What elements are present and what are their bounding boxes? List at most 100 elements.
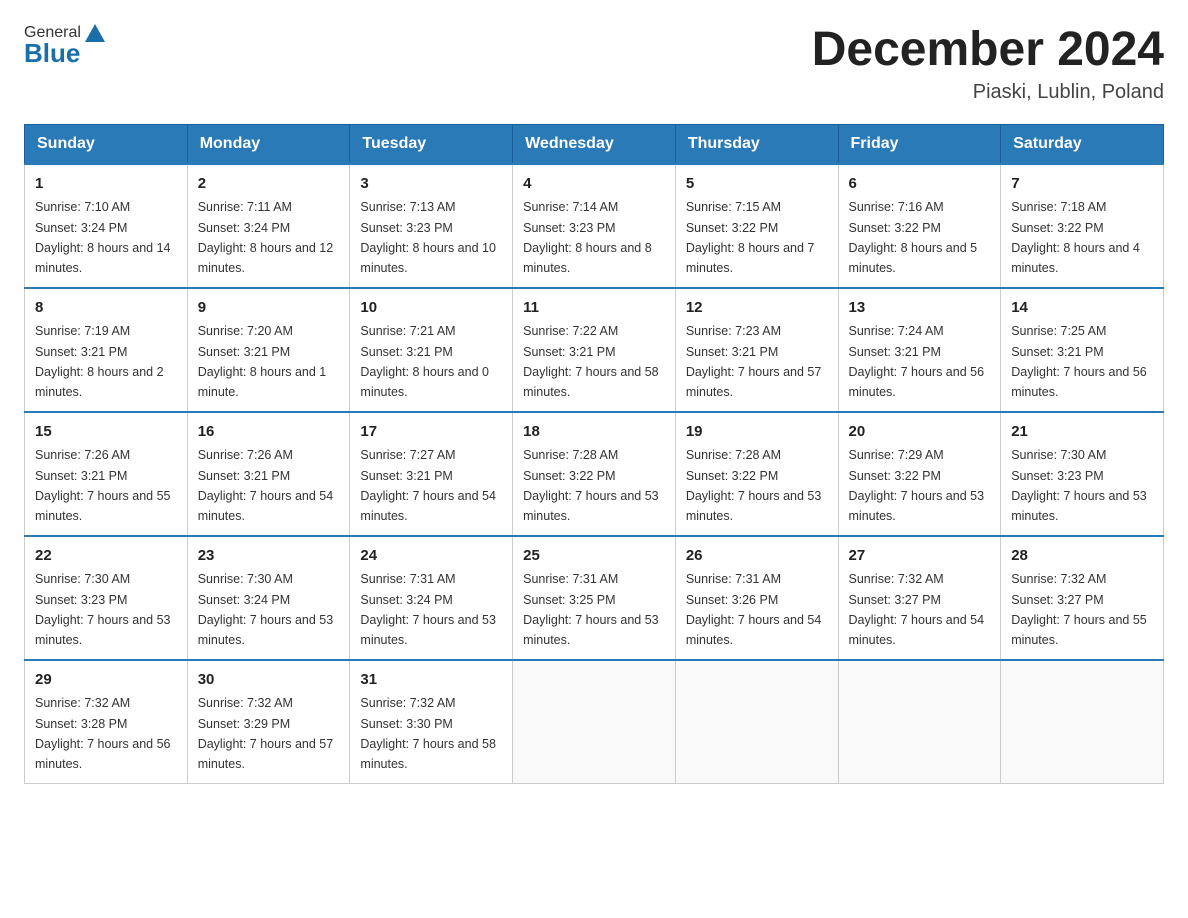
table-row: 3 Sunrise: 7:13 AMSunset: 3:23 PMDayligh… — [350, 164, 513, 288]
logo-blue-text: Blue — [24, 38, 80, 69]
calendar-table: Sunday Monday Tuesday Wednesday Thursday… — [24, 124, 1164, 784]
table-row: 27 Sunrise: 7:32 AMSunset: 3:27 PMDaylig… — [838, 536, 1001, 660]
day-number: 8 — [35, 297, 177, 320]
col-friday: Friday — [838, 124, 1001, 164]
month-title: December 2024 — [812, 24, 1164, 77]
day-info: Sunrise: 7:30 AMSunset: 3:23 PMDaylight:… — [35, 572, 171, 647]
day-info: Sunrise: 7:26 AMSunset: 3:21 PMDaylight:… — [35, 448, 171, 523]
day-info: Sunrise: 7:24 AMSunset: 3:21 PMDaylight:… — [849, 324, 985, 399]
day-info: Sunrise: 7:15 AMSunset: 3:22 PMDaylight:… — [686, 200, 815, 275]
day-info: Sunrise: 7:31 AMSunset: 3:24 PMDaylight:… — [360, 572, 496, 647]
col-monday: Monday — [187, 124, 350, 164]
calendar-week-row: 29 Sunrise: 7:32 AMSunset: 3:28 PMDaylig… — [25, 660, 1164, 784]
day-info: Sunrise: 7:22 AMSunset: 3:21 PMDaylight:… — [523, 324, 659, 399]
col-saturday: Saturday — [1001, 124, 1164, 164]
day-number: 10 — [360, 297, 502, 320]
day-number: 19 — [686, 421, 828, 444]
calendar-week-row: 15 Sunrise: 7:26 AMSunset: 3:21 PMDaylig… — [25, 412, 1164, 536]
table-row: 24 Sunrise: 7:31 AMSunset: 3:24 PMDaylig… — [350, 536, 513, 660]
location: Piaski, Lublin, Poland — [812, 81, 1164, 104]
table-row: 23 Sunrise: 7:30 AMSunset: 3:24 PMDaylig… — [187, 536, 350, 660]
table-row — [675, 660, 838, 784]
table-row: 6 Sunrise: 7:16 AMSunset: 3:22 PMDayligh… — [838, 164, 1001, 288]
table-row: 9 Sunrise: 7:20 AMSunset: 3:21 PMDayligh… — [187, 288, 350, 412]
day-number: 1 — [35, 173, 177, 196]
day-number: 13 — [849, 297, 991, 320]
col-wednesday: Wednesday — [513, 124, 676, 164]
table-row: 1 Sunrise: 7:10 AMSunset: 3:24 PMDayligh… — [25, 164, 188, 288]
day-info: Sunrise: 7:20 AMSunset: 3:21 PMDaylight:… — [198, 324, 327, 399]
table-row: 25 Sunrise: 7:31 AMSunset: 3:25 PMDaylig… — [513, 536, 676, 660]
day-number: 27 — [849, 545, 991, 568]
calendar-header-row: Sunday Monday Tuesday Wednesday Thursday… — [25, 124, 1164, 164]
day-info: Sunrise: 7:16 AMSunset: 3:22 PMDaylight:… — [849, 200, 978, 275]
table-row: 2 Sunrise: 7:11 AMSunset: 3:24 PMDayligh… — [187, 164, 350, 288]
table-row: 17 Sunrise: 7:27 AMSunset: 3:21 PMDaylig… — [350, 412, 513, 536]
day-number: 7 — [1011, 173, 1153, 196]
table-row: 15 Sunrise: 7:26 AMSunset: 3:21 PMDaylig… — [25, 412, 188, 536]
day-info: Sunrise: 7:29 AMSunset: 3:22 PMDaylight:… — [849, 448, 985, 523]
table-row — [513, 660, 676, 784]
day-number: 16 — [198, 421, 340, 444]
day-number: 25 — [523, 545, 665, 568]
day-info: Sunrise: 7:32 AMSunset: 3:27 PMDaylight:… — [1011, 572, 1147, 647]
day-number: 26 — [686, 545, 828, 568]
table-row: 16 Sunrise: 7:26 AMSunset: 3:21 PMDaylig… — [187, 412, 350, 536]
table-row: 28 Sunrise: 7:32 AMSunset: 3:27 PMDaylig… — [1001, 536, 1164, 660]
day-info: Sunrise: 7:21 AMSunset: 3:21 PMDaylight:… — [360, 324, 489, 399]
calendar-week-row: 8 Sunrise: 7:19 AMSunset: 3:21 PMDayligh… — [25, 288, 1164, 412]
day-info: Sunrise: 7:25 AMSunset: 3:21 PMDaylight:… — [1011, 324, 1147, 399]
day-number: 29 — [35, 669, 177, 692]
logo: General Blue — [24, 24, 105, 69]
day-number: 12 — [686, 297, 828, 320]
table-row: 14 Sunrise: 7:25 AMSunset: 3:21 PMDaylig… — [1001, 288, 1164, 412]
day-info: Sunrise: 7:28 AMSunset: 3:22 PMDaylight:… — [523, 448, 659, 523]
day-info: Sunrise: 7:18 AMSunset: 3:22 PMDaylight:… — [1011, 200, 1140, 275]
day-info: Sunrise: 7:19 AMSunset: 3:21 PMDaylight:… — [35, 324, 164, 399]
day-number: 14 — [1011, 297, 1153, 320]
day-info: Sunrise: 7:27 AMSunset: 3:21 PMDaylight:… — [360, 448, 496, 523]
table-row: 18 Sunrise: 7:28 AMSunset: 3:22 PMDaylig… — [513, 412, 676, 536]
day-number: 31 — [360, 669, 502, 692]
table-row: 30 Sunrise: 7:32 AMSunset: 3:29 PMDaylig… — [187, 660, 350, 784]
day-info: Sunrise: 7:32 AMSunset: 3:29 PMDaylight:… — [198, 696, 334, 771]
day-info: Sunrise: 7:32 AMSunset: 3:28 PMDaylight:… — [35, 696, 171, 771]
title-block: December 2024 Piaski, Lublin, Poland — [812, 24, 1164, 104]
day-info: Sunrise: 7:28 AMSunset: 3:22 PMDaylight:… — [686, 448, 822, 523]
day-number: 21 — [1011, 421, 1153, 444]
day-number: 30 — [198, 669, 340, 692]
day-info: Sunrise: 7:10 AMSunset: 3:24 PMDaylight:… — [35, 200, 171, 275]
day-info: Sunrise: 7:14 AMSunset: 3:23 PMDaylight:… — [523, 200, 652, 275]
table-row: 13 Sunrise: 7:24 AMSunset: 3:21 PMDaylig… — [838, 288, 1001, 412]
calendar-week-row: 22 Sunrise: 7:30 AMSunset: 3:23 PMDaylig… — [25, 536, 1164, 660]
day-number: 4 — [523, 173, 665, 196]
table-row — [1001, 660, 1164, 784]
col-sunday: Sunday — [25, 124, 188, 164]
table-row: 20 Sunrise: 7:29 AMSunset: 3:22 PMDaylig… — [838, 412, 1001, 536]
day-info: Sunrise: 7:13 AMSunset: 3:23 PMDaylight:… — [360, 200, 496, 275]
day-number: 24 — [360, 545, 502, 568]
table-row: 19 Sunrise: 7:28 AMSunset: 3:22 PMDaylig… — [675, 412, 838, 536]
table-row: 10 Sunrise: 7:21 AMSunset: 3:21 PMDaylig… — [350, 288, 513, 412]
day-number: 23 — [198, 545, 340, 568]
day-number: 6 — [849, 173, 991, 196]
day-info: Sunrise: 7:30 AMSunset: 3:23 PMDaylight:… — [1011, 448, 1147, 523]
col-tuesday: Tuesday — [350, 124, 513, 164]
day-number: 2 — [198, 173, 340, 196]
day-info: Sunrise: 7:31 AMSunset: 3:26 PMDaylight:… — [686, 572, 822, 647]
day-info: Sunrise: 7:26 AMSunset: 3:21 PMDaylight:… — [198, 448, 334, 523]
day-number: 11 — [523, 297, 665, 320]
day-number: 15 — [35, 421, 177, 444]
table-row: 4 Sunrise: 7:14 AMSunset: 3:23 PMDayligh… — [513, 164, 676, 288]
day-info: Sunrise: 7:30 AMSunset: 3:24 PMDaylight:… — [198, 572, 334, 647]
table-row: 11 Sunrise: 7:22 AMSunset: 3:21 PMDaylig… — [513, 288, 676, 412]
day-number: 18 — [523, 421, 665, 444]
table-row: 22 Sunrise: 7:30 AMSunset: 3:23 PMDaylig… — [25, 536, 188, 660]
day-number: 5 — [686, 173, 828, 196]
table-row: 5 Sunrise: 7:15 AMSunset: 3:22 PMDayligh… — [675, 164, 838, 288]
day-number: 28 — [1011, 545, 1153, 568]
page-header: General Blue December 2024 Piaski, Lubli… — [24, 24, 1164, 104]
day-number: 22 — [35, 545, 177, 568]
table-row: 26 Sunrise: 7:31 AMSunset: 3:26 PMDaylig… — [675, 536, 838, 660]
day-number: 17 — [360, 421, 502, 444]
